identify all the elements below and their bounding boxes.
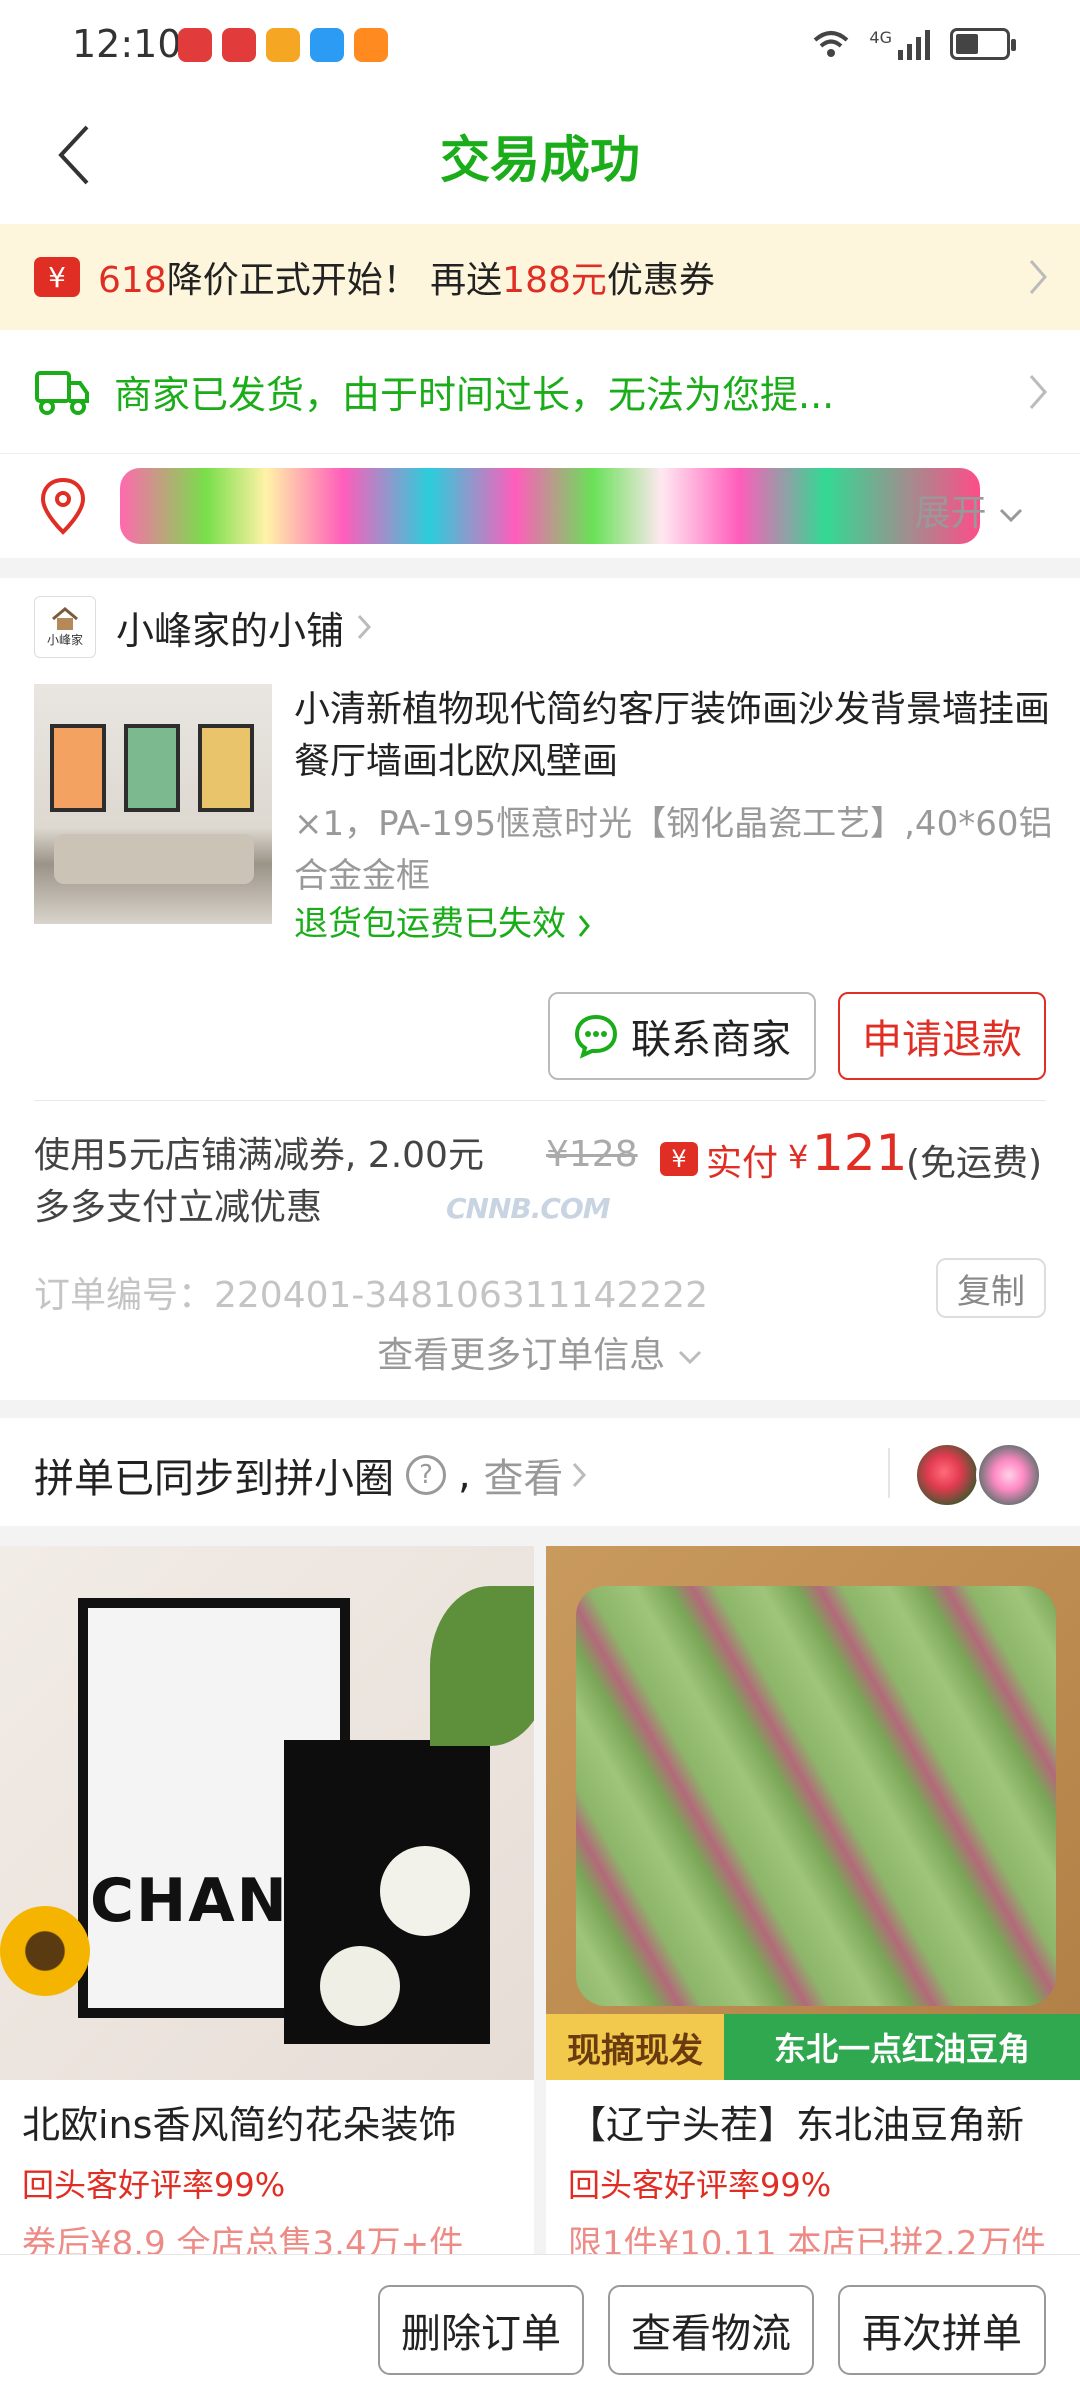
- coupon-icon: ¥: [34, 257, 80, 297]
- signal-icon: [898, 30, 930, 60]
- status-right: 4G: [811, 27, 1016, 60]
- more-order-info-toggle[interactable]: 查看更多订单信息: [0, 1326, 1080, 1378]
- contact-merchant-button[interactable]: 联系商家: [548, 992, 816, 1080]
- request-refund-button[interactable]: 申请退款: [838, 992, 1046, 1080]
- shipping-status-text: 商家已发货，由于时间过长，无法为您提...: [114, 373, 835, 417]
- huawei-app-icon: [222, 28, 256, 62]
- white-rose-shape: [320, 1946, 400, 2026]
- chat-icon: [574, 1014, 618, 1059]
- bean-pile-shape: [576, 1586, 1056, 2006]
- recommendation-image: 现摘现发 东北一点红油豆角: [546, 1546, 1080, 2080]
- status-notification-icons: [178, 28, 388, 62]
- order-card: 小峰家 小峰家的小铺 小清新植物现代简约客厅装饰画沙发背景墙挂画餐厅墙画北欧风壁…: [0, 578, 1080, 1400]
- recommendation-card[interactable]: CHANEL 北欧ins香风简约花朵装饰 回头客好评率99% 券后¥8.9 全店…: [0, 1546, 534, 2266]
- white-rose-shape: [380, 1846, 470, 1936]
- banner-left: 现摘现发: [546, 2014, 724, 2080]
- watermark: CNNB.COM: [446, 1192, 611, 1225]
- avatar[interactable]: [914, 1442, 980, 1508]
- help-icon[interactable]: ?: [406, 1455, 446, 1495]
- avatar[interactable]: [976, 1442, 1042, 1508]
- video-app-icon: [354, 28, 388, 62]
- view-logistics-button[interactable]: 查看物流: [608, 2285, 814, 2375]
- sofa-shape: [54, 834, 254, 884]
- product-image[interactable]: [34, 684, 272, 924]
- section-gap: [0, 558, 1080, 578]
- address-redaction-mask: [120, 468, 980, 544]
- address-expand[interactable]: 展开: [915, 484, 1024, 536]
- huawei-app-icon: [178, 28, 212, 62]
- bottom-action-bar: 删除订单 查看物流 再次拼单: [0, 2254, 1080, 2400]
- copy-order-number-button[interactable]: 复制: [936, 1258, 1046, 1318]
- recommendation-rating: 回头客好评率99%: [22, 2166, 286, 2204]
- address-expand-label: 展开: [914, 493, 987, 534]
- payment-tag-icon: ¥: [660, 1142, 698, 1176]
- free-shipping-note: (免运费): [906, 1143, 1043, 1184]
- actual-pay-amount: 121: [812, 1124, 908, 1182]
- chevron-right-icon: [1029, 260, 1047, 294]
- sunflower-shape: [0, 1906, 90, 1996]
- network-type: 4G: [869, 27, 892, 47]
- house-icon: [52, 606, 78, 630]
- wall-art-frame: [198, 724, 254, 812]
- group-sync-text: 拼单已同步到拼小圈 ? , 查看: [34, 1446, 587, 1504]
- chevron-right-icon: [578, 914, 590, 937]
- status-bar: 12:10 4G: [0, 0, 1080, 92]
- search-app-icon: [310, 28, 344, 62]
- wall-art-frame: [50, 724, 106, 812]
- gift-app-icon: [266, 28, 300, 62]
- return-shipping-note[interactable]: 退货包运费已失效: [294, 896, 591, 945]
- location-pin-icon: [40, 477, 86, 535]
- address-row[interactable]: 展开: [0, 454, 1080, 558]
- truck-icon: [35, 370, 89, 415]
- group-view-link[interactable]: 查看: [483, 1446, 563, 1504]
- promo-text: 618降价正式开始！ 再送188元优惠券: [98, 260, 715, 301]
- leaf-shape: [430, 1586, 534, 1746]
- chevron-right-icon: [1029, 374, 1047, 409]
- shop-name: 小峰家的小铺: [116, 608, 345, 653]
- promo-banner[interactable]: ¥ 618降价正式开始！ 再送188元优惠券: [0, 224, 1080, 330]
- shop-row[interactable]: 小峰家 小峰家的小铺: [34, 596, 372, 658]
- actual-pay-label: 实付: [706, 1143, 779, 1184]
- chevron-right-icon: [573, 1462, 587, 1488]
- recommendation-grid: CHANEL 北欧ins香风简约花朵装饰 回头客好评率99% 券后¥8.9 全店…: [0, 1526, 1080, 2268]
- original-price: ¥128: [546, 1134, 638, 1175]
- shop-logo: 小峰家: [34, 596, 96, 658]
- page-title: 交易成功: [440, 131, 640, 189]
- group-sync-row[interactable]: 拼单已同步到拼小圈 ? , 查看: [0, 1418, 1080, 1526]
- divider: [34, 1100, 1046, 1101]
- status-time: 12:10: [72, 22, 182, 66]
- wifi-icon: [814, 31, 849, 57]
- product-title[interactable]: 小清新植物现代简约客厅装饰画沙发背景墙挂画餐厅墙画北欧风壁画: [294, 684, 1054, 788]
- chevron-down-icon: [678, 1350, 701, 1365]
- wall-art-frame: [124, 724, 180, 812]
- shop-logo-text: 小峰家: [46, 632, 83, 647]
- discount-info: 使用5元店铺满减券, 2.00元多多支付立减优惠: [34, 1135, 484, 1228]
- actual-pay-currency: ¥: [788, 1138, 809, 1176]
- recommendation-image: CHANEL: [0, 1546, 534, 2080]
- chevron-right-icon: [357, 614, 372, 640]
- divider: [888, 1448, 890, 1498]
- shipping-status-row[interactable]: 商家已发货，由于时间过长，无法为您提...: [0, 330, 1080, 454]
- delete-order-button[interactable]: 删除订单: [378, 2285, 584, 2375]
- recommendation-title: 北欧ins香风简约花朵装饰: [22, 2103, 457, 2147]
- order-number: 订单编号：220401-348106311142222: [34, 1275, 708, 1316]
- nav-bar: 交易成功: [0, 92, 1080, 224]
- recommendation-rating: 回头客好评率99%: [568, 2166, 832, 2204]
- reorder-button[interactable]: 再次拼单: [838, 2285, 1046, 2375]
- product-spec: ×1，PA-195惬意时光【钢化晶瓷工艺】,40*60铝合金金框: [294, 804, 1053, 896]
- chevron-down-icon: [999, 508, 1023, 523]
- section-gap: [0, 1400, 1080, 1418]
- banner-right: 东北一点红油豆角: [724, 2014, 1080, 2080]
- recommendation-card[interactable]: 现摘现发 东北一点红油豆角 【辽宁头茬】东北油豆角新 回头客好评率99% 限1件…: [546, 1546, 1080, 2266]
- battery-icon: [950, 28, 1016, 60]
- recommendation-title: 【辽宁头茬】东北油豆角新: [568, 2103, 1025, 2147]
